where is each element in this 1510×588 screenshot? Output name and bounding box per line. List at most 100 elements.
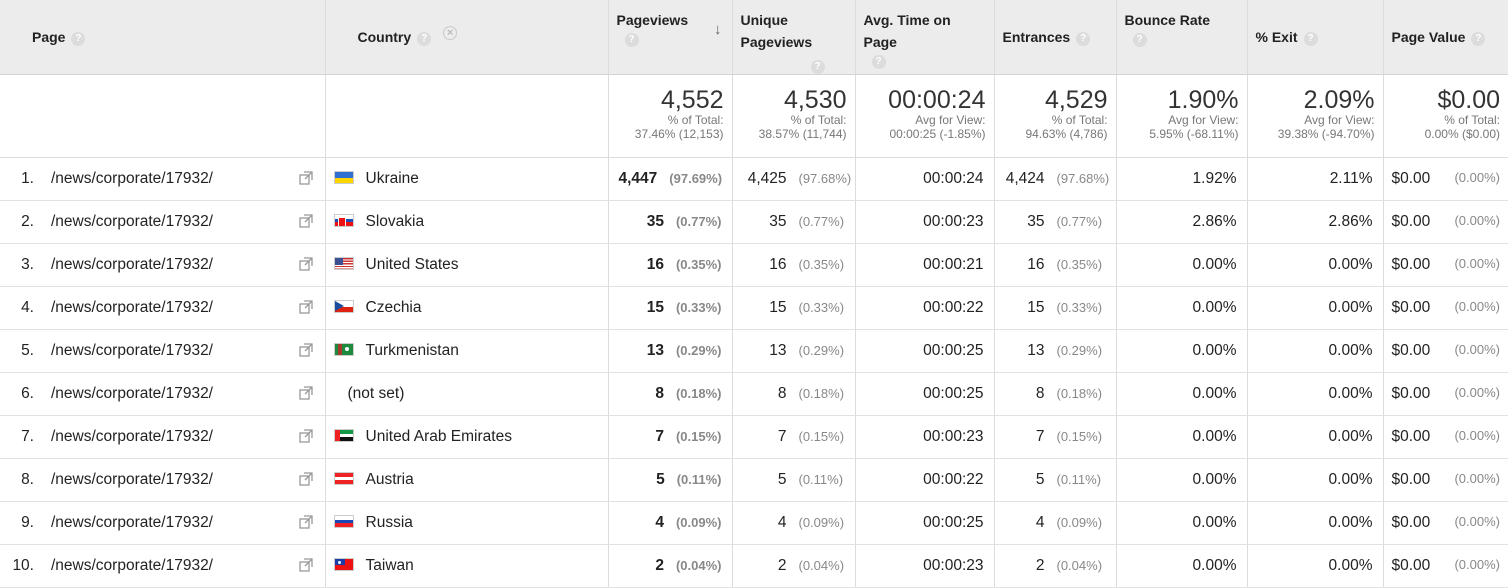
page-path-link[interactable]: /news/corporate/17932/ [51, 342, 213, 360]
page-path-link[interactable]: /news/corporate/17932/ [51, 213, 213, 231]
avg-time-cell: 00:00:25 [855, 501, 995, 545]
sort-desc-arrow-icon[interactable]: ↓ [714, 19, 722, 41]
help-icon[interactable]: ? [1076, 32, 1091, 46]
page-path-link[interactable]: /news/corporate/17932/ [51, 514, 213, 532]
page-path-link[interactable]: /news/corporate/17932/ [51, 256, 213, 274]
row-number: 3. [21, 256, 34, 273]
help-icon[interactable]: ? [1303, 32, 1318, 46]
avg-time-cell: 00:00:23 [855, 544, 995, 588]
country-cell[interactable]: Ukraine [325, 157, 609, 201]
pageviews-cell: 16 (0.35%) [608, 243, 733, 287]
help-icon[interactable]: ? [417, 32, 432, 46]
unique-pageviews-cell: 2 (0.04%) [732, 544, 856, 588]
country-link[interactable]: United Arab Emirates [366, 428, 512, 445]
page-cell[interactable]: 10. /news/corporate/17932/ [0, 544, 326, 588]
entrances-cell: 7 (0.15%) [994, 415, 1117, 459]
page-path-link[interactable]: /news/corporate/17932/ [51, 471, 213, 489]
country-cell[interactable]: Czechia [325, 286, 609, 330]
column-header-country[interactable]: Country? × [325, 0, 609, 75]
country-link[interactable]: Austria [366, 471, 414, 488]
column-header-avg-time[interactable]: Avg. Time on Page? [855, 0, 995, 75]
open-link-icon[interactable] [298, 343, 313, 357]
column-header-page[interactable]: Page? [0, 0, 326, 75]
country-cell[interactable]: United Arab Emirates [325, 415, 609, 459]
country-link[interactable]: Slovakia [366, 213, 425, 230]
open-link-icon[interactable] [298, 214, 313, 228]
page-cell[interactable]: 2. /news/corporate/17932/ [0, 200, 326, 244]
page-cell[interactable]: 8. /news/corporate/17932/ [0, 458, 326, 502]
unique-pageviews-cell: 4,425 (97.68%) [732, 157, 856, 201]
exit-cell: 0.00% [1247, 458, 1384, 502]
help-icon[interactable]: ? [1132, 33, 1147, 47]
total-bounce-rate: 1.90% Avg for View: 5.95% (-68.11%) [1116, 74, 1248, 158]
country-link[interactable]: United States [366, 256, 459, 273]
table-row: 3. /news/corporate/17932/United States 16(… [0, 243, 1508, 287]
flag-icon-ae [333, 429, 354, 442]
help-icon[interactable]: ? [624, 33, 639, 47]
page-path-link[interactable]: /news/corporate/17932/ [51, 299, 213, 317]
open-link-icon[interactable] [298, 171, 313, 185]
page-value-cell: $0.00 (0.00%) [1383, 458, 1508, 502]
report-table: Page? Country? × Pageviews? ↓ Unique Pagev… [0, 0, 1508, 588]
page-cell[interactable]: 7. /news/corporate/17932/ [0, 415, 326, 459]
page-value-cell: $0.00 (0.00%) [1383, 372, 1508, 416]
page-cell[interactable]: 9. /news/corporate/17932/ [0, 501, 326, 545]
page-path-link[interactable]: /news/corporate/17932/ [51, 385, 213, 403]
avg-time-cell: 00:00:25 [855, 372, 995, 416]
country-link[interactable]: Russia [366, 514, 413, 531]
country-cell[interactable]: United States [325, 243, 609, 287]
country-cell[interactable]: Slovakia [325, 200, 609, 244]
flag-icon-us [333, 257, 354, 270]
page-path-link[interactable]: /news/corporate/17932/ [51, 557, 213, 575]
bounce-rate-cell: 0.00% [1116, 372, 1248, 416]
page-cell[interactable]: 1. /news/corporate/17932/ [0, 157, 326, 201]
page-path-link[interactable]: /news/corporate/17932/ [51, 170, 213, 188]
row-number: 2. [21, 213, 34, 230]
country-cell[interactable]: Russia [325, 501, 609, 545]
remove-dimension-icon[interactable]: × [443, 26, 458, 40]
column-header-exit[interactable]: % Exit? [1247, 0, 1384, 75]
help-icon[interactable]: ? [1471, 32, 1486, 46]
flag-icon-tm [333, 343, 354, 356]
page-path-link[interactable]: /news/corporate/17932/ [51, 428, 213, 446]
country-cell[interactable]: (not set) [325, 372, 609, 416]
pageviews-cell: 7 (0.15%) [608, 415, 733, 459]
country-link[interactable]: Ukraine [366, 170, 419, 187]
help-icon[interactable]: ? [71, 32, 86, 46]
open-link-icon[interactable] [298, 472, 313, 486]
country-link[interactable]: (not set) [348, 385, 405, 402]
help-icon[interactable]: ? [871, 55, 886, 69]
page-cell[interactable]: 4. /news/corporate/17932/ [0, 286, 326, 330]
entrances-cell: 4 (0.09%) [994, 501, 1117, 545]
help-icon[interactable]: ? [810, 60, 825, 74]
bounce-rate-cell: 0.00% [1116, 501, 1248, 545]
exit-cell: 0.00% [1247, 329, 1384, 373]
open-link-icon[interactable] [298, 429, 313, 443]
column-header-bounce-rate[interactable]: Bounce Rate? [1116, 0, 1248, 75]
column-header-page-value[interactable]: Page Value? [1383, 0, 1508, 75]
country-cell[interactable]: Austria [325, 458, 609, 502]
country-link[interactable]: Turkmenistan [366, 342, 459, 359]
row-number: 9. [21, 514, 34, 531]
page-cell[interactable]: 6. /news/corporate/17932/ [0, 372, 326, 416]
exit-cell: 2.11% [1247, 157, 1384, 201]
entrances-cell: 15 (0.33%) [994, 286, 1117, 330]
page-value-cell: $0.00 (0.00%) [1383, 415, 1508, 459]
country-cell[interactable]: Turkmenistan [325, 329, 609, 373]
row-number: 10. [12, 557, 34, 574]
page-cell[interactable]: 3. /news/corporate/17932/ [0, 243, 326, 287]
country-link[interactable]: Taiwan [366, 557, 414, 574]
country-link[interactable]: Czechia [366, 299, 422, 316]
open-link-icon[interactable] [298, 515, 313, 529]
bounce-rate-cell: 1.92% [1116, 157, 1248, 201]
unique-pageviews-cell: 13 (0.29%) [732, 329, 856, 373]
open-link-icon[interactable] [298, 386, 313, 400]
column-header-unique-pageviews[interactable]: Unique Pageviews? [732, 0, 856, 75]
open-link-icon[interactable] [298, 300, 313, 314]
column-header-entrances[interactable]: Entrances? [994, 0, 1117, 75]
bounce-rate-cell: 0.00% [1116, 415, 1248, 459]
open-link-icon[interactable] [298, 257, 313, 271]
column-header-pageviews[interactable]: Pageviews? ↓ [608, 0, 733, 75]
country-cell[interactable]: Taiwan [325, 544, 609, 588]
page-cell[interactable]: 5. /news/corporate/17932/ [0, 329, 326, 373]
